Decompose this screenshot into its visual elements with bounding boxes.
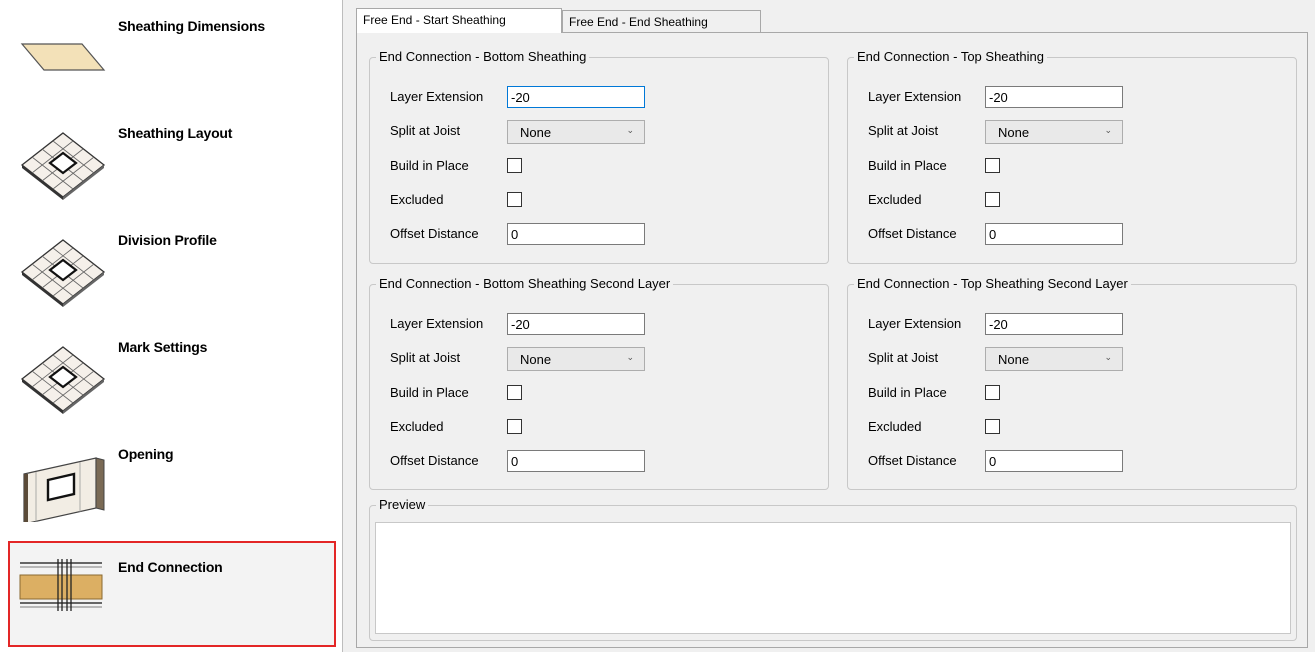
group-title: End Connection - Bottom Sheathing Second… — [376, 276, 674, 291]
wall-opening-icon — [23, 457, 105, 522]
select-value: None — [998, 352, 1030, 367]
offset-distance-input[interactable] — [507, 450, 645, 472]
build-in-place-label: Build in Place — [868, 385, 947, 400]
layer-extension-input[interactable] — [985, 86, 1123, 108]
tab-free-end-start-sheathing[interactable]: Free End - Start Sheathing — [356, 8, 562, 33]
build-in-place-label: Build in Place — [390, 158, 469, 173]
sidebar-item-mark-settings[interactable]: Mark Settings — [8, 321, 336, 427]
tab-label: Free End - End Sheathing — [569, 15, 708, 29]
split-at-joist-select[interactable]: None ⌄ — [985, 120, 1123, 144]
offset-distance-input[interactable] — [507, 223, 645, 245]
select-value: None — [520, 352, 552, 367]
split-at-joist-label: Split at Joist — [868, 123, 939, 138]
tab-panel: End Connection - Bottom Sheathing Layer … — [356, 32, 1308, 648]
tab-free-end-end-sheathing[interactable]: Free End - End Sheathing — [562, 10, 761, 32]
offset-distance-input[interactable] — [985, 223, 1123, 245]
select-value: None — [520, 125, 552, 140]
offset-distance-input[interactable] — [985, 450, 1123, 472]
build-in-place-checkbox[interactable] — [507, 385, 522, 400]
parallelogram-board-icon — [20, 43, 106, 71]
group-title: End Connection - Bottom Sheathing — [376, 49, 590, 64]
layer-extension-label: Layer Extension — [390, 316, 484, 331]
sidebar: Sheathing Dimensions Sheathing Layout Di… — [0, 0, 343, 652]
excluded-label: Excluded — [390, 419, 444, 434]
chevron-down-icon: ⌄ — [1104, 352, 1112, 362]
sidebar-item-opening[interactable]: Opening — [8, 428, 336, 534]
layer-extension-input[interactable] — [507, 313, 645, 335]
group-bottom-sheathing: End Connection - Bottom Sheathing Layer … — [369, 49, 829, 264]
preview-canvas — [375, 522, 1291, 634]
group-preview: Preview — [369, 497, 1297, 641]
offset-distance-label: Offset Distance — [390, 226, 479, 241]
sidebar-item-sheathing-layout[interactable]: Sheathing Layout — [8, 107, 336, 213]
group-title: Preview — [376, 497, 429, 512]
sheathing-grid-icon — [20, 132, 106, 200]
build-in-place-checkbox[interactable] — [507, 158, 522, 173]
select-value: None — [998, 125, 1030, 140]
split-at-joist-select[interactable]: None ⌄ — [507, 347, 645, 371]
sidebar-item-label: Division Profile — [118, 232, 217, 248]
group-top-sheathing: End Connection - Top Sheathing Layer Ext… — [847, 49, 1297, 264]
split-at-joist-select[interactable]: None ⌄ — [985, 347, 1123, 371]
tab-label: Free End - Start Sheathing — [363, 13, 506, 27]
excluded-checkbox[interactable] — [507, 419, 522, 434]
group-top-sheathing-second-layer: End Connection - Top Sheathing Second La… — [847, 276, 1297, 490]
sidebar-item-end-connection[interactable]: End Connection — [8, 541, 336, 647]
excluded-label: Excluded — [868, 192, 922, 207]
excluded-checkbox[interactable] — [507, 192, 522, 207]
excluded-label: Excluded — [390, 192, 444, 207]
build-in-place-checkbox[interactable] — [985, 385, 1000, 400]
split-at-joist-select[interactable]: None ⌄ — [507, 120, 645, 144]
chevron-down-icon: ⌄ — [626, 352, 634, 362]
group-bottom-sheathing-second-layer: End Connection - Bottom Sheathing Second… — [369, 276, 829, 490]
offset-distance-label: Offset Distance — [390, 453, 479, 468]
build-in-place-checkbox[interactable] — [985, 158, 1000, 173]
layer-extension-label: Layer Extension — [868, 316, 962, 331]
split-at-joist-label: Split at Joist — [390, 350, 461, 365]
offset-distance-label: Offset Distance — [868, 453, 957, 468]
excluded-label: Excluded — [868, 419, 922, 434]
build-in-place-label: Build in Place — [390, 385, 469, 400]
build-in-place-label: Build in Place — [868, 158, 947, 173]
end-connection-icon — [19, 559, 103, 611]
sheathing-grid-icon — [20, 346, 106, 414]
excluded-checkbox[interactable] — [985, 192, 1000, 207]
group-title: End Connection - Top Sheathing — [854, 49, 1047, 64]
layer-extension-input[interactable] — [985, 313, 1123, 335]
layer-extension-label: Layer Extension — [868, 89, 962, 104]
excluded-checkbox[interactable] — [985, 419, 1000, 434]
layer-extension-label: Layer Extension — [390, 89, 484, 104]
split-at-joist-label: Split at Joist — [868, 350, 939, 365]
split-at-joist-label: Split at Joist — [390, 123, 461, 138]
sidebar-item-sheathing-dimensions[interactable]: Sheathing Dimensions — [8, 0, 336, 106]
sidebar-item-label: Sheathing Layout — [118, 125, 233, 141]
sidebar-item-division-profile[interactable]: Division Profile — [8, 214, 336, 320]
sidebar-item-label: Sheathing Dimensions — [118, 18, 265, 34]
sidebar-item-label: Opening — [118, 446, 174, 462]
chevron-down-icon: ⌄ — [626, 125, 634, 135]
sidebar-item-label: End Connection — [118, 559, 223, 575]
sidebar-item-label: Mark Settings — [118, 339, 208, 355]
chevron-down-icon: ⌄ — [1104, 125, 1112, 135]
group-title: End Connection - Top Sheathing Second La… — [854, 276, 1131, 291]
offset-distance-label: Offset Distance — [868, 226, 957, 241]
sheathing-grid-icon — [20, 239, 106, 307]
layer-extension-input[interactable] — [507, 86, 645, 108]
